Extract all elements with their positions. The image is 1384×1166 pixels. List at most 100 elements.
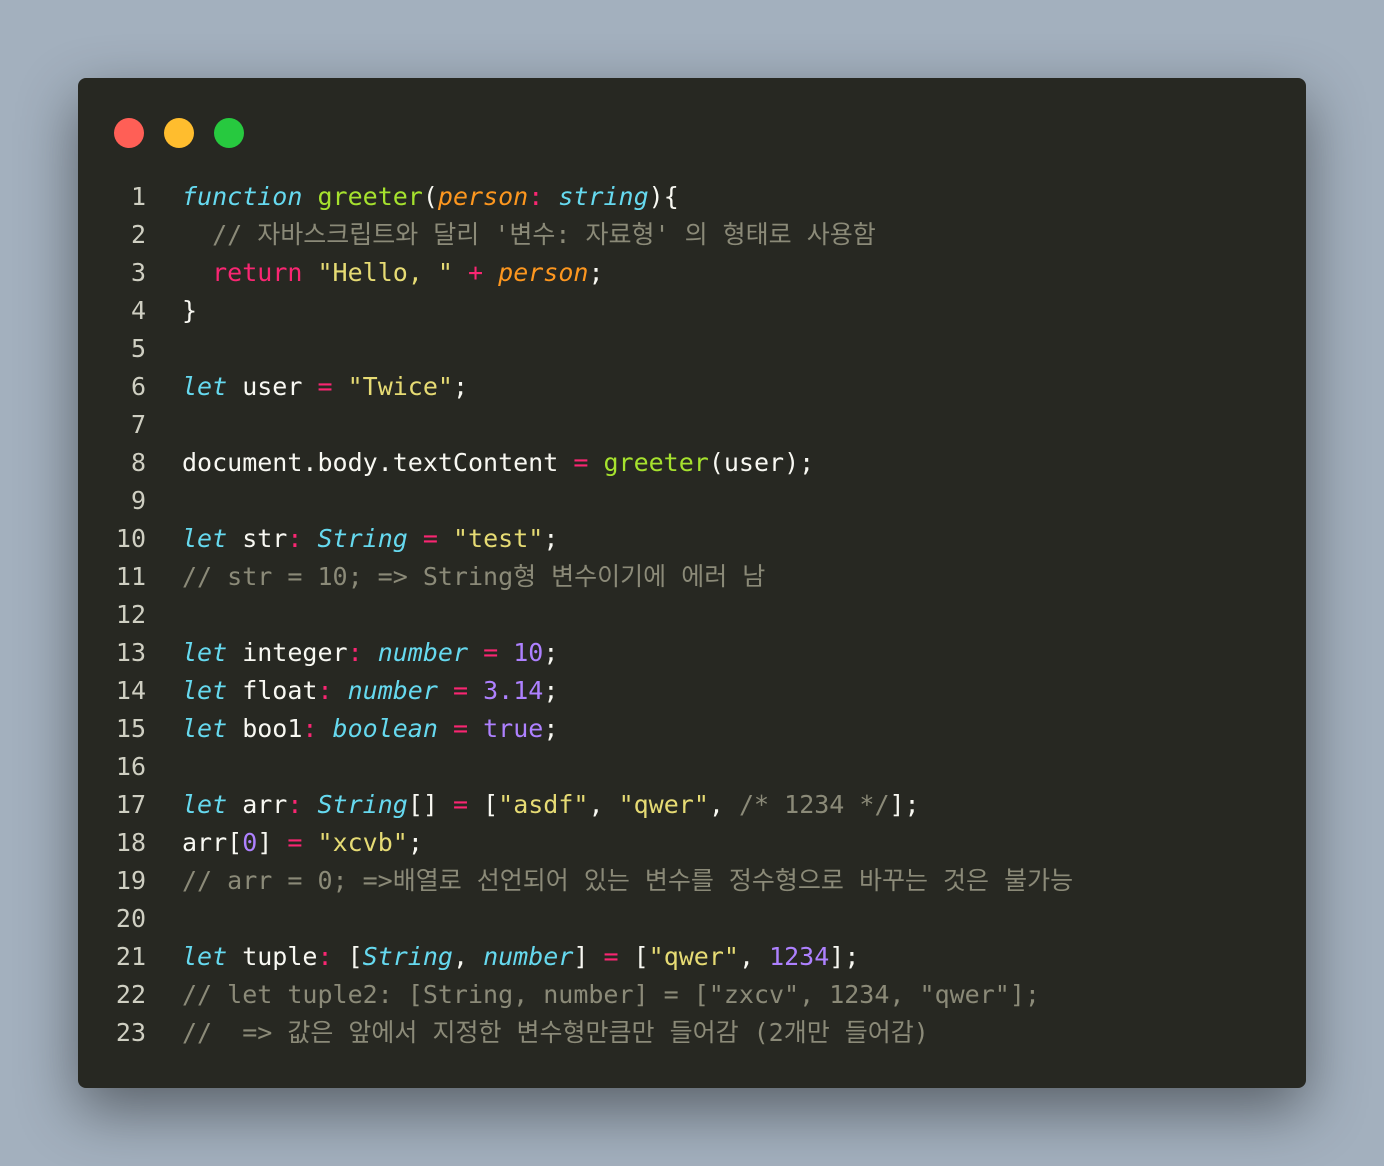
code-token: user (227, 372, 318, 401)
code-token: arr[ (182, 828, 243, 857)
code-line: 20 (78, 900, 1306, 938)
code-token: , (452, 942, 484, 971)
code-token: integer (227, 638, 348, 667)
code-line: 11 // str = 10; => String형 변수이기에 에러 남 (78, 558, 1306, 596)
code-token: 1234 (769, 942, 830, 971)
code-editor[interactable]: 1 function greeter(person: string){2 // 자… (78, 178, 1306, 1052)
code-line: 4} (78, 292, 1306, 330)
code-token: true (483, 714, 544, 743)
line-number: 15 (115, 714, 146, 743)
code-line: 19 // arr = 0; =>배열로 선언되어 있는 변수를 정수형으로 바꾸… (78, 862, 1306, 900)
code-token: "xcvb" (317, 828, 408, 857)
code-token: ] (573, 942, 604, 971)
code-line: 13 let integer: number = 10; (78, 634, 1306, 672)
code-token: = (573, 448, 589, 477)
code-token: let (182, 714, 228, 743)
line-number: 10 (115, 524, 146, 553)
line-content: let boo1: boolean = true; (182, 710, 558, 748)
line-content: let float: number = 3.14; (182, 672, 558, 710)
code-token: "asdf" (498, 790, 589, 819)
code-token: ]; (889, 790, 920, 819)
code-line: 6 let user = "Twice"; (78, 368, 1306, 406)
code-line: 8 document.body.textContent = greeter(use… (78, 444, 1306, 482)
code-token: , (738, 942, 770, 971)
code-token: String (317, 790, 408, 819)
code-token: = (452, 790, 469, 819)
code-token: = (287, 828, 303, 857)
line-content: document.body.textContent = greeter(user… (182, 444, 814, 482)
code-token: = (603, 942, 619, 971)
code-token: // arr = 0; =>배열로 선언되어 있는 변수를 정수형으로 바꾸는 … (182, 866, 1074, 895)
close-button[interactable] (114, 118, 144, 148)
code-token: let (182, 638, 228, 667)
line-number: 21 (115, 942, 146, 971)
code-token: = (317, 372, 333, 401)
code-token: [] (407, 790, 453, 819)
line-content: let user = "Twice"; (182, 368, 468, 406)
code-line: 23 // => 값은 앞에서 지정한 변수형만큼만 들어감 (2개만 들어감) (78, 1014, 1306, 1052)
zoom-button[interactable] (214, 118, 244, 148)
line-number: 2 (130, 220, 146, 249)
code-token: , (708, 790, 739, 819)
code-line: 9 (78, 482, 1306, 520)
code-token: let (182, 372, 228, 401)
code-line: 12 (78, 596, 1306, 634)
code-token: // 자바스크립트와 달리 '변수: 자료형' 의 형태로 사용함 (182, 220, 876, 249)
code-line: 21 let tuple: [String, number] = ["qwer",… (78, 938, 1306, 976)
line-content: // arr = 0; =>배열로 선언되어 있는 변수를 정수형으로 바꾸는 … (182, 862, 1073, 900)
code-token: : (302, 714, 318, 743)
line-number: 4 (130, 296, 146, 325)
code-token: float (227, 676, 318, 705)
line-number: 7 (130, 410, 146, 439)
code-token: let (182, 524, 228, 553)
code-token: tuple (227, 942, 318, 971)
code-token: "qwer" (648, 942, 739, 971)
line-number: 14 (115, 676, 146, 705)
code-token: /* 1234 */ (738, 790, 890, 819)
code-token: + (468, 258, 484, 287)
code-token: person (498, 258, 589, 287)
line-number: 9 (130, 486, 146, 515)
code-line: 17 let arr: String[] = ["asdf", "qwer", /… (78, 786, 1306, 824)
line-number: 11 (115, 562, 146, 591)
code-token: ( (422, 182, 438, 211)
code-token: 0 (242, 828, 258, 857)
line-number: 23 (115, 1018, 146, 1047)
code-line: 10 let str: String = "test"; (78, 520, 1306, 558)
minimize-button[interactable] (164, 118, 194, 148)
code-token: "qwer" (618, 790, 709, 819)
line-content: let integer: number = 10; (182, 634, 558, 672)
code-token: string (558, 182, 649, 211)
code-line: 1 function greeter(person: string){ (78, 178, 1306, 216)
line-number: 16 (115, 752, 146, 781)
code-token: ; (543, 638, 559, 667)
code-token: ; (588, 258, 604, 287)
line-number: 12 (115, 600, 146, 629)
code-line: 5 (78, 330, 1306, 368)
code-token: ){ (648, 182, 679, 211)
code-token: number (377, 638, 469, 667)
line-number: 3 (130, 258, 146, 287)
line-content: let str: String = "test"; (182, 520, 558, 558)
code-line: 2 // 자바스크립트와 달리 '변수: 자료형' 의 형태로 사용함 (78, 216, 1306, 254)
code-token: String (317, 524, 408, 553)
code-token: : (528, 182, 544, 211)
code-token: = (422, 524, 438, 553)
code-line: 14 let float: number = 3.14; (78, 672, 1306, 710)
code-line: 15 let boo1: boolean = true; (78, 710, 1306, 748)
